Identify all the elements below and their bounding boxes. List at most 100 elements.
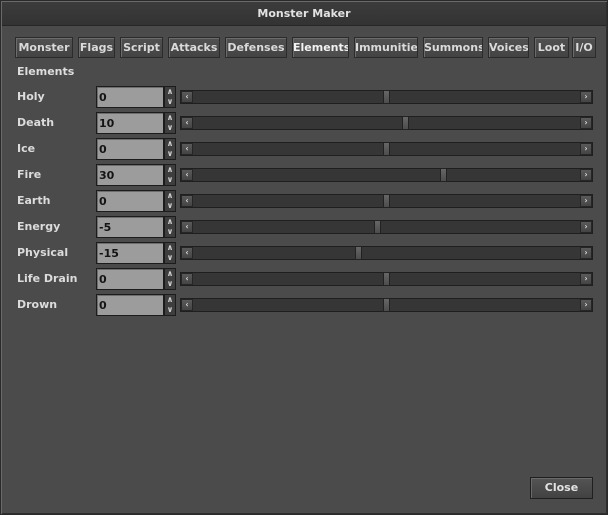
chevron-left-icon[interactable]: ‹: [181, 221, 193, 233]
tab-monster[interactable]: Monster: [15, 37, 73, 58]
energy-slider[interactable]: ‹ ›: [180, 220, 593, 234]
tab-loot[interactable]: Loot: [534, 37, 569, 58]
chevron-left-icon[interactable]: ‹: [181, 143, 193, 155]
chevron-left-icon[interactable]: ‹: [181, 273, 193, 285]
element-label: Life Drain: [17, 272, 78, 285]
tab-attacks[interactable]: Attacks: [168, 37, 220, 58]
chevron-up-icon[interactable]: ∧: [165, 165, 175, 175]
ice-slider[interactable]: ‹ ›: [180, 142, 593, 156]
tab-summons[interactable]: Summons: [423, 37, 483, 58]
chevron-down-icon[interactable]: ∨: [165, 227, 175, 237]
life-drain-slider[interactable]: ‹ ›: [180, 272, 593, 286]
element-label: Earth: [17, 194, 51, 207]
holy-spin-buttons: ∧ ∨: [164, 86, 176, 108]
tab-script[interactable]: Script: [120, 37, 163, 58]
earth-value-input[interactable]: 0: [96, 190, 164, 212]
chevron-left-icon[interactable]: ‹: [181, 169, 193, 181]
death-spin-buttons: ∧ ∨: [164, 112, 176, 134]
energy-value-input[interactable]: -5: [96, 216, 164, 238]
element-row-fire: Fire 30 ∧ ∨ ‹ ›: [1, 164, 608, 186]
element-row-life-drain: Life Drain 0 ∧ ∨ ‹ ›: [1, 268, 608, 290]
window-title: Monster Maker: [2, 2, 606, 26]
death-slider[interactable]: ‹ ›: [180, 116, 593, 130]
element-row-holy: Holy 0 ∧ ∨ ‹ ›: [1, 86, 608, 108]
slider-thumb[interactable]: [440, 168, 447, 182]
chevron-right-icon[interactable]: ›: [580, 169, 592, 181]
fire-slider[interactable]: ‹ ›: [180, 168, 593, 182]
slider-thumb[interactable]: [383, 272, 390, 286]
chevron-right-icon[interactable]: ›: [580, 91, 592, 103]
chevron-right-icon[interactable]: ›: [580, 299, 592, 311]
tab-defenses[interactable]: Defenses: [225, 37, 287, 58]
chevron-right-icon[interactable]: ›: [580, 247, 592, 259]
monster-maker-window: Monster Maker Monster Flags Script Attac…: [0, 0, 608, 515]
element-row-death: Death 10 ∧ ∨ ‹ ›: [1, 112, 608, 134]
earth-slider[interactable]: ‹ ›: [180, 194, 593, 208]
slider-track[interactable]: [193, 142, 580, 156]
chevron-down-icon[interactable]: ∨: [165, 149, 175, 159]
slider-track[interactable]: [193, 168, 580, 182]
chevron-up-icon[interactable]: ∧: [165, 295, 175, 305]
chevron-right-icon[interactable]: ›: [580, 195, 592, 207]
fire-value-input[interactable]: 30: [96, 164, 164, 186]
chevron-down-icon[interactable]: ∨: [165, 175, 175, 185]
drown-value-input[interactable]: 0: [96, 294, 164, 316]
chevron-up-icon[interactable]: ∧: [165, 191, 175, 201]
slider-track[interactable]: [193, 90, 580, 104]
tab-elements[interactable]: Elements: [292, 37, 349, 58]
chevron-right-icon[interactable]: ›: [580, 143, 592, 155]
slider-track[interactable]: [193, 272, 580, 286]
physical-value-input[interactable]: -15: [96, 242, 164, 264]
chevron-right-icon[interactable]: ›: [580, 117, 592, 129]
slider-track[interactable]: [193, 298, 580, 312]
ice-value-input[interactable]: 0: [96, 138, 164, 160]
slider-thumb[interactable]: [374, 220, 381, 234]
slider-thumb[interactable]: [383, 142, 390, 156]
chevron-up-icon[interactable]: ∧: [165, 87, 175, 97]
close-button[interactable]: Close: [530, 477, 593, 499]
slider-thumb[interactable]: [355, 246, 362, 260]
life-drain-value-input[interactable]: 0: [96, 268, 164, 290]
chevron-up-icon[interactable]: ∧: [165, 243, 175, 253]
chevron-down-icon[interactable]: ∨: [165, 253, 175, 263]
tab-voices[interactable]: Voices: [488, 37, 529, 58]
chevron-up-icon[interactable]: ∧: [165, 139, 175, 149]
chevron-right-icon[interactable]: ›: [580, 273, 592, 285]
death-value-input[interactable]: 10: [96, 112, 164, 134]
slider-thumb[interactable]: [383, 90, 390, 104]
chevron-left-icon[interactable]: ‹: [181, 91, 193, 103]
slider-track[interactable]: [193, 116, 580, 130]
tab-flags[interactable]: Flags: [78, 37, 115, 58]
chevron-down-icon[interactable]: ∨: [165, 97, 175, 107]
drown-spin-buttons: ∧ ∨: [164, 294, 176, 316]
chevron-left-icon[interactable]: ‹: [181, 247, 193, 259]
element-label: Ice: [17, 142, 36, 155]
holy-slider[interactable]: ‹ ›: [180, 90, 593, 104]
chevron-up-icon[interactable]: ∧: [165, 269, 175, 279]
chevron-right-icon[interactable]: ›: [580, 221, 592, 233]
slider-track[interactable]: [193, 194, 580, 208]
slider-thumb[interactable]: [383, 298, 390, 312]
tab-immunities[interactable]: Immunities: [354, 37, 418, 58]
chevron-left-icon[interactable]: ‹: [181, 117, 193, 129]
chevron-down-icon[interactable]: ∨: [165, 305, 175, 315]
slider-thumb[interactable]: [383, 194, 390, 208]
element-row-physical: Physical -15 ∧ ∨ ‹ ›: [1, 242, 608, 264]
chevron-left-icon[interactable]: ‹: [181, 299, 193, 311]
chevron-up-icon[interactable]: ∧: [165, 217, 175, 227]
chevron-down-icon[interactable]: ∨: [165, 123, 175, 133]
earth-spin-buttons: ∧ ∨: [164, 190, 176, 212]
chevron-left-icon[interactable]: ‹: [181, 195, 193, 207]
slider-track[interactable]: [193, 246, 580, 260]
chevron-down-icon[interactable]: ∨: [165, 279, 175, 289]
physical-slider[interactable]: ‹ ›: [180, 246, 593, 260]
slider-thumb[interactable]: [402, 116, 409, 130]
element-row-energy: Energy -5 ∧ ∨ ‹ ›: [1, 216, 608, 238]
holy-value-input[interactable]: 0: [96, 86, 164, 108]
tab-io[interactable]: I/O: [572, 37, 596, 58]
slider-track[interactable]: [193, 220, 580, 234]
drown-slider[interactable]: ‹ ›: [180, 298, 593, 312]
chevron-up-icon[interactable]: ∧: [165, 113, 175, 123]
element-row-drown: Drown 0 ∧ ∨ ‹ ›: [1, 294, 608, 316]
chevron-down-icon[interactable]: ∨: [165, 201, 175, 211]
